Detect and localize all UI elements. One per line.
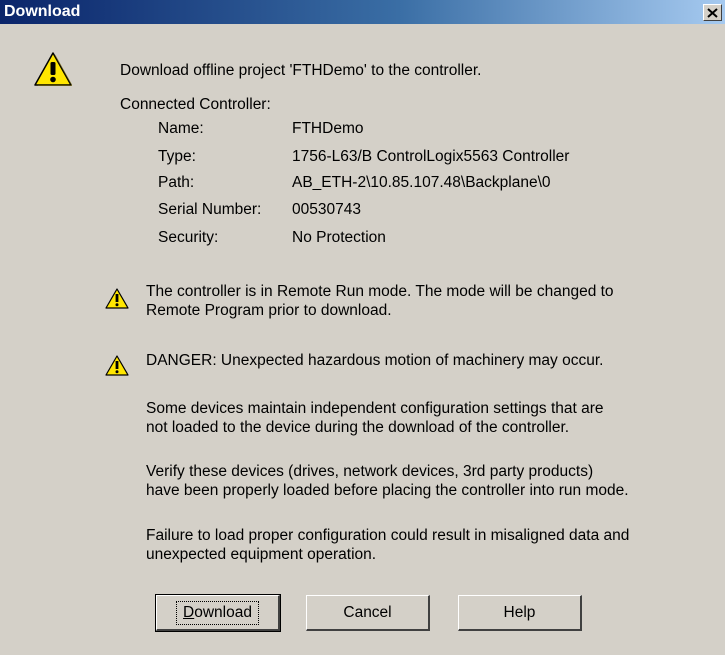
cancel-button[interactable]: Cancel — [306, 595, 430, 631]
download-message: Download offline project 'FTHDemo' to th… — [120, 62, 482, 79]
download-dialog: Download Download offline project 'FTHDe… — [0, 0, 725, 655]
help-button[interactable]: Help — [458, 595, 582, 631]
controller-type-value: 1756-L63/B ControlLogix5563 Controller — [292, 148, 570, 165]
close-icon — [707, 7, 718, 18]
download-button-label: Download — [176, 600, 259, 625]
failure-paragraph-line2: unexpected equipment operation. — [146, 546, 377, 563]
controller-serial-label: Serial Number: — [158, 201, 262, 218]
verify-paragraph-line1: Verify these devices (drives, network de… — [146, 463, 594, 480]
controller-path-value: AB_ETH-2\10.85.107.48\Backplane\0 — [292, 174, 551, 191]
warning-triangle-large-icon — [34, 52, 72, 86]
controller-path-label: Path: — [158, 174, 195, 191]
warning-triangle-small-icon — [105, 355, 129, 376]
close-button[interactable] — [703, 4, 722, 21]
mode-warning-line2: Remote Program prior to download. — [146, 302, 392, 319]
devices-paragraph-line1: Some devices maintain independent config… — [146, 400, 604, 417]
controller-type-label: Type: — [158, 148, 196, 165]
controller-security-value: No Protection — [292, 229, 386, 246]
connected-controller-label: Connected Controller: — [120, 96, 271, 113]
controller-name-value: FTHDemo — [292, 120, 364, 137]
controller-security-label: Security: — [158, 229, 219, 246]
verify-paragraph-line2: have been properly loaded before placing… — [146, 482, 629, 499]
failure-paragraph-line1: Failure to load proper configuration cou… — [146, 527, 630, 544]
warning-triangle-small-icon — [105, 288, 129, 309]
mode-warning-line1: The controller is in Remote Run mode. Th… — [146, 283, 614, 300]
window-title: Download — [4, 3, 81, 20]
title-bar[interactable]: Download — [0, 0, 725, 24]
help-button-label: Help — [503, 603, 536, 621]
download-button[interactable]: Download — [155, 594, 281, 632]
devices-paragraph-line2: not loaded to the device during the down… — [146, 419, 570, 436]
danger-warning: DANGER: Unexpected hazardous motion of m… — [146, 352, 604, 369]
controller-name-label: Name: — [158, 120, 204, 137]
controller-serial-value: 00530743 — [292, 201, 361, 218]
cancel-button-label: Cancel — [343, 603, 392, 621]
